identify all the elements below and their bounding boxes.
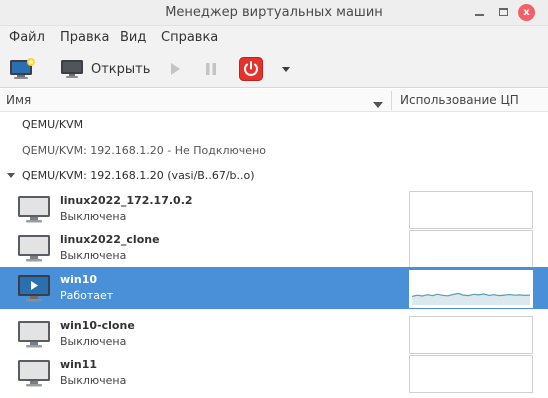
- menu-help[interactable]: Справка: [161, 30, 218, 45]
- vm-running-monitor-icon: [18, 275, 50, 302]
- cpu-usage-sparkline: [411, 292, 531, 305]
- column-name-header[interactable]: Имя: [6, 93, 31, 107]
- vm-name: win10: [60, 273, 98, 286]
- open-button[interactable]: Открыть: [60, 57, 152, 81]
- cpu-usage-graph: [409, 355, 533, 393]
- vm-off-monitor-icon: [18, 235, 50, 262]
- minimize-icon: [474, 14, 484, 16]
- vm-status: Работает: [60, 289, 114, 302]
- vm-row[interactable]: win10-clone Выключена: [0, 313, 548, 355]
- maximize-button[interactable]: [495, 4, 511, 20]
- column-header: Имя Использование ЦП: [0, 89, 548, 112]
- close-icon: x: [523, 7, 530, 18]
- toolbar: Открыть: [0, 50, 548, 88]
- new-vm-button[interactable]: [9, 57, 37, 81]
- power-icon: [239, 57, 263, 81]
- vm-name: win11: [60, 358, 98, 371]
- vm-off-monitor-icon: [18, 321, 50, 348]
- vm-row[interactable]: linux2022_172.17.0.2 Выключена: [0, 188, 548, 230]
- cpu-usage-graph: [409, 230, 533, 268]
- connection-label: QEMU/KVM: 192.168.1.20 (vasi/B..67/b..o): [22, 169, 255, 182]
- vm-off-monitor-icon: [18, 196, 50, 223]
- vm-status: Выключена: [60, 210, 127, 223]
- menu-file[interactable]: Файл: [9, 30, 45, 45]
- connection-label: QEMU/KVM: 192.168.1.20 - Не Подключено: [22, 144, 266, 157]
- menu-view[interactable]: Вид: [120, 30, 146, 45]
- open-button-label: Открыть: [91, 61, 151, 77]
- play-icon: [171, 63, 180, 75]
- dropdown-arrow-icon: [282, 67, 290, 72]
- pause-icon: [206, 63, 216, 75]
- vm-name: win10-clone: [60, 319, 135, 332]
- monitor-icon: [61, 60, 83, 78]
- expander-arrow-icon[interactable]: [6, 172, 16, 180]
- run-button[interactable]: [168, 57, 186, 81]
- window-titlebar: Менеджер виртуальных машин x: [0, 0, 548, 26]
- shutdown-menu-button[interactable]: [280, 57, 294, 81]
- connection-row-qemu-remote-disconnected[interactable]: QEMU/KVM: 192.168.1.20 - Не Подключено: [0, 138, 548, 164]
- cpu-usage-graph: [409, 191, 533, 229]
- vm-row[interactable]: linux2022_clone Выключена: [0, 227, 548, 269]
- vm-status: Выключена: [60, 335, 127, 348]
- connection-row-qemu-local[interactable]: QEMU/KVM: [0, 112, 548, 138]
- vm-status: Выключена: [60, 249, 127, 262]
- connection-label: QEMU/KVM: [22, 118, 84, 131]
- vm-off-monitor-icon: [18, 360, 50, 387]
- cpu-usage-graph: [409, 270, 533, 308]
- shutdown-button[interactable]: [239, 57, 263, 81]
- minimize-button[interactable]: [471, 4, 487, 20]
- menu-edit[interactable]: Правка: [60, 30, 109, 45]
- connection-row-qemu-remote[interactable]: QEMU/KVM: 192.168.1.20 (vasi/B..67/b..o): [0, 163, 548, 189]
- vm-row[interactable]: win11 Выключена: [0, 352, 548, 394]
- cpu-usage-graph: [409, 316, 533, 354]
- vm-name: linux2022_clone: [60, 233, 160, 246]
- window-title: Менеджер виртуальных машин: [165, 5, 383, 20]
- close-button[interactable]: x: [518, 4, 535, 21]
- vm-row-selected[interactable]: win10 Работает: [0, 267, 548, 309]
- column-separator[interactable]: [391, 91, 392, 110]
- new-vm-icon: [10, 58, 35, 79]
- menubar: Файл Правка Вид Справка: [0, 26, 548, 50]
- sort-arrow-icon: [373, 102, 383, 108]
- column-cpu-header[interactable]: Использование ЦП: [400, 93, 519, 107]
- vm-status: Выключена: [60, 374, 127, 387]
- maximize-icon: [498, 8, 508, 16]
- vm-name: linux2022_172.17.0.2: [60, 194, 193, 207]
- pause-button[interactable]: [204, 57, 222, 81]
